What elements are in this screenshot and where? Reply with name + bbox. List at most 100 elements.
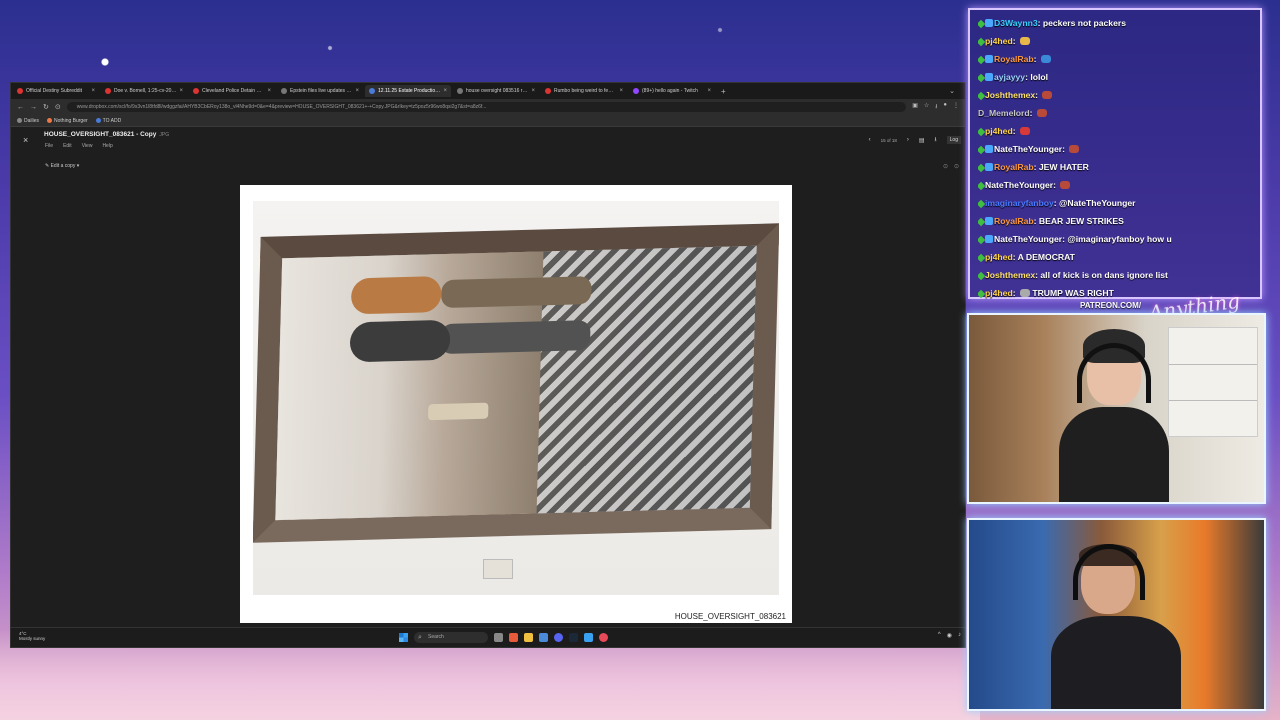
- tab-close-icon[interactable]: ×: [267, 88, 271, 94]
- chat-username[interactable]: pj4hed: [985, 36, 1013, 46]
- steam-icon[interactable]: [569, 633, 578, 642]
- tab-close-icon[interactable]: ×: [179, 88, 183, 94]
- browser-tab[interactable]: Epstein files live updates as Ho×: [277, 85, 363, 97]
- info-icon[interactable]: ⊙: [954, 163, 959, 170]
- tab-close-icon[interactable]: ×: [355, 88, 359, 94]
- login-button[interactable]: Log: [946, 136, 961, 144]
- new-tab-button[interactable]: +: [717, 87, 730, 96]
- tab-bar: Official Destiny Subreddit × Doe v. Bornel…: [11, 83, 965, 99]
- back-icon[interactable]: ←: [17, 104, 24, 111]
- chat-username[interactable]: D_Memelord: [978, 108, 1030, 118]
- reload-icon[interactable]: ↻: [43, 103, 49, 111]
- tab-close-icon[interactable]: ×: [619, 88, 623, 94]
- zoom-icon[interactable]: ⊙: [943, 163, 948, 170]
- chat-username[interactable]: ayjayyy: [994, 72, 1025, 82]
- emote-icon: [1019, 127, 1030, 135]
- tab-label: (89+) hello again - Twitch: [642, 88, 698, 94]
- url-field[interactable]: www.dropbox.com/scl/fo/9s3vn1l8tfd8l/wdg…: [66, 102, 907, 112]
- chat-username[interactable]: NateTheYounger: [985, 180, 1053, 190]
- emote-icon: [1019, 37, 1030, 45]
- chat-message: ayjayyy: lolol: [978, 68, 1252, 86]
- verified-badge-icon: [985, 19, 993, 27]
- browser-tab[interactable]: Official Destiny Subreddit ×: [13, 85, 99, 97]
- bookmark-star-icon[interactable]: ☆: [924, 102, 929, 112]
- chat-username[interactable]: Joshthemex: [985, 270, 1035, 280]
- file-extension: JPG: [159, 132, 170, 138]
- menu-icon[interactable]: ⋮: [953, 102, 959, 112]
- chat-message: pj4hed: A DEMOCRAT: [978, 248, 1252, 266]
- tray-app-icon[interactable]: ◉: [947, 632, 952, 639]
- chat-message: pj4hed:: [978, 122, 1252, 140]
- volume-icon[interactable]: ♪: [958, 632, 961, 639]
- chat-text: lolol: [1030, 72, 1048, 82]
- chat-username[interactable]: RoyalRab: [994, 216, 1034, 226]
- bookmark-dailies[interactable]: Dailies: [17, 118, 39, 124]
- browser-tab[interactable]: Doe v. Bornell, 1:25-cv-20757 ×: [101, 85, 187, 97]
- chat-message: RoyalRab:: [978, 50, 1252, 68]
- emote-icon: [1069, 145, 1080, 153]
- forward-icon[interactable]: →: [30, 104, 37, 111]
- tab-close-icon[interactable]: ×: [531, 88, 535, 94]
- chat-username[interactable]: NateTheYounger: [994, 234, 1062, 244]
- weather-widget[interactable]: 4°C Mostly sunny: [19, 631, 45, 641]
- page-counter: 15 of 18: [880, 137, 897, 143]
- windows-start-icon[interactable]: [399, 633, 408, 642]
- menu-file[interactable]: File: [45, 143, 53, 149]
- bookmark-nothing-burger[interactable]: Nothing Burger: [47, 118, 88, 124]
- discord-icon[interactable]: [554, 633, 563, 642]
- bookmarks-bar: Dailies Nothing Burger TO ADD: [11, 115, 965, 127]
- webcam-1: [967, 313, 1266, 504]
- chat-message: NateTheYounger:: [978, 140, 1252, 158]
- emote-icon: [1040, 55, 1051, 63]
- chat-username[interactable]: pj4hed: [985, 288, 1013, 298]
- browser-tab[interactable]: (89+) hello again - Twitch ×: [629, 85, 715, 97]
- chat-username[interactable]: imaginaryfanboy: [985, 198, 1054, 208]
- chat-username[interactable]: pj4hed: [985, 252, 1013, 262]
- tab-close-icon[interactable]: ×: [443, 88, 447, 94]
- chat-text: @imaginaryfanboy how u: [1067, 234, 1172, 244]
- menu-edit[interactable]: Edit: [63, 143, 72, 149]
- download-file-icon[interactable]: ⭳: [935, 135, 937, 145]
- chat-username[interactable]: D3Waynn3: [994, 18, 1038, 28]
- tab-search-icon[interactable]: ⌄: [949, 87, 965, 95]
- obs-icon[interactable]: [599, 633, 608, 642]
- app-icon-2[interactable]: [584, 633, 593, 642]
- app-icon[interactable]: [539, 633, 548, 642]
- tab-favicon-icon: [457, 88, 463, 94]
- comment-icon[interactable]: ▤: [919, 137, 925, 144]
- verified-badge-icon: [985, 235, 993, 243]
- chat-username[interactable]: NateTheYounger: [994, 144, 1062, 154]
- chat-message: NateTheYounger:: [978, 176, 1252, 194]
- tab-label: Doe v. Bornell, 1:25-cv-20757: [114, 88, 177, 94]
- bookmark-to-add[interactable]: TO ADD: [95, 118, 121, 124]
- edit-copy-button[interactable]: ✎ Edit a copy ▾: [45, 163, 79, 169]
- tab-favicon-icon: [193, 88, 199, 94]
- tab-close-icon[interactable]: ×: [91, 88, 95, 94]
- chat-username[interactable]: Joshthemex: [985, 90, 1035, 100]
- verified-badge-icon: [985, 163, 993, 171]
- chat-username[interactable]: RoyalRab: [994, 54, 1034, 64]
- extension-icon[interactable]: ▣: [912, 102, 918, 112]
- download-icon[interactable]: ⭳: [935, 102, 937, 112]
- close-icon[interactable]: ×: [23, 135, 28, 145]
- files-app-icon[interactable]: [524, 633, 533, 642]
- browser-tab[interactable]: house oversight 083516 redacted×: [453, 85, 539, 97]
- menu-view[interactable]: View: [82, 143, 93, 149]
- next-icon[interactable]: ›: [907, 137, 909, 143]
- prev-icon[interactable]: ‹: [869, 137, 871, 143]
- browser-tab[interactable]: Rumbo being weird to female c ×: [541, 85, 627, 97]
- tray-chevron-icon[interactable]: ^: [938, 632, 941, 639]
- task-view-icon[interactable]: [494, 633, 503, 642]
- chat-username[interactable]: pj4hed: [985, 126, 1013, 136]
- menu-help[interactable]: Help: [102, 143, 112, 149]
- profile-icon[interactable]: ●: [943, 102, 947, 112]
- emote-icon: [1019, 289, 1030, 297]
- tab-close-icon[interactable]: ×: [707, 88, 711, 94]
- emote-icon: [1036, 109, 1047, 117]
- browser-tab[interactable]: Cleveland Police Detain Knife-V×: [189, 85, 275, 97]
- site-info-icon[interactable]: ⊙: [55, 103, 61, 111]
- browser-app-icon[interactable]: [509, 633, 518, 642]
- browser-tab[interactable]: 12.11.25 Estate Production - Dr×: [365, 85, 451, 97]
- chat-username[interactable]: RoyalRab: [994, 162, 1034, 172]
- taskbar-search[interactable]: Search: [414, 632, 488, 643]
